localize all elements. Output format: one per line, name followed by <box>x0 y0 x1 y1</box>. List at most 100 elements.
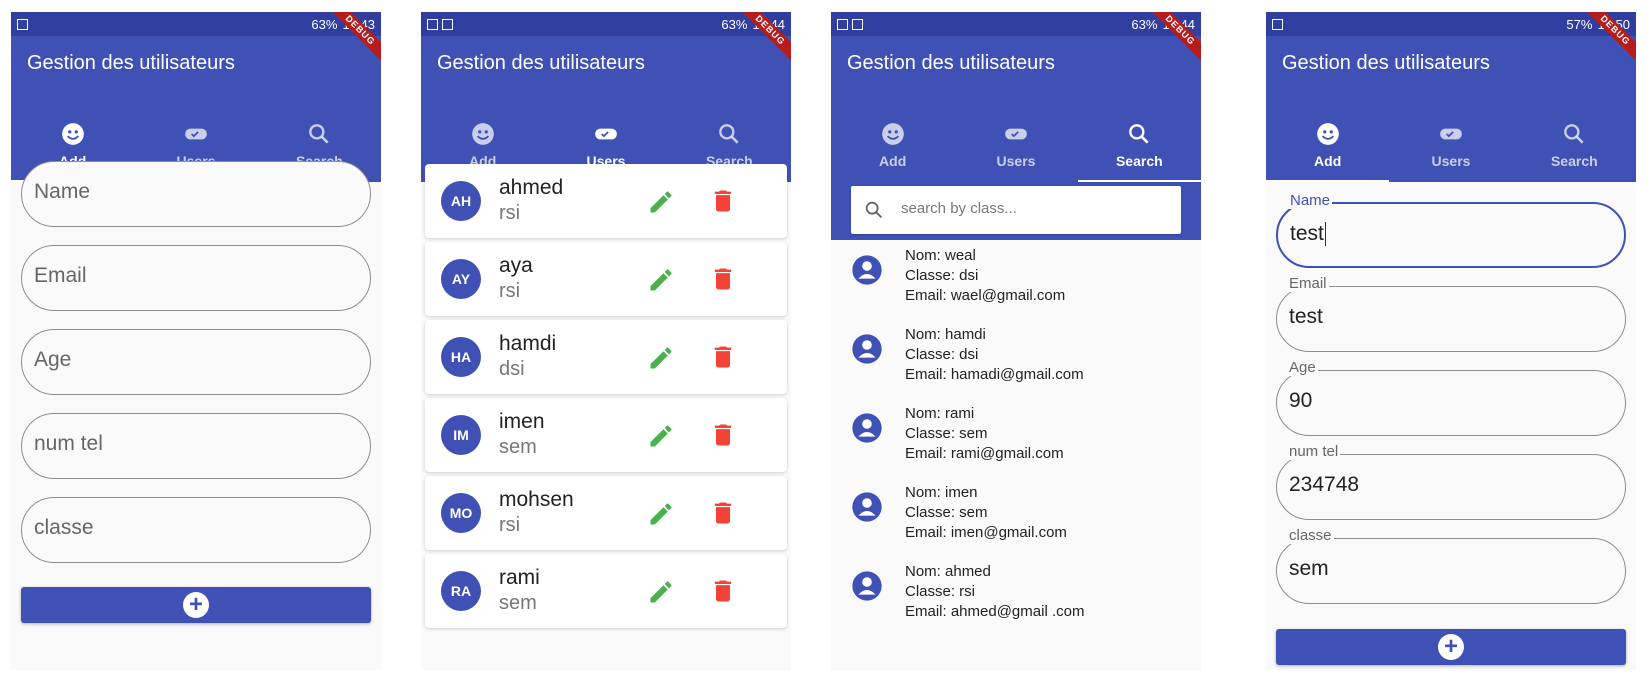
edit-icon[interactable] <box>647 500 675 528</box>
phone-field[interactable]: num tel 234748 <box>1276 443 1626 520</box>
phone-field[interactable]: num tel <box>21 413 371 479</box>
user-classe: rsi <box>499 280 521 302</box>
name-field[interactable]: Name test <box>1276 192 1626 268</box>
tab-search[interactable]: Search <box>1513 108 1636 182</box>
app-title: Gestion des utilisateurs <box>847 52 1055 74</box>
avatar: HA <box>441 337 481 377</box>
result-classe: Classe: sem <box>905 504 988 521</box>
app-bar: Gestion des utilisateurs Add Users Searc… <box>1266 36 1636 182</box>
result-classe: Classe: sem <box>905 425 988 442</box>
user-card[interactable]: MO mohsen rsi <box>425 476 787 550</box>
clock: 14:50 <box>1597 16 1630 32</box>
user-name: hamdi <box>499 332 557 355</box>
tab-add[interactable]: Add <box>1266 108 1390 182</box>
result-classe: Classe: rsi <box>905 583 976 600</box>
avatar: MO <box>441 493 481 533</box>
user-card[interactable]: RA rami sem <box>425 554 787 628</box>
screen-add-empty: 63% 14:43 DEBUG Gestion des utilisateurs… <box>11 12 381 670</box>
face-icon <box>1316 123 1339 145</box>
delete-icon[interactable] <box>709 498 737 528</box>
battery-level: 57% <box>1566 16 1593 32</box>
add-user-button[interactable]: + <box>1276 629 1626 665</box>
search-icon <box>865 201 883 219</box>
result-classe: Classe: dsi <box>905 346 979 363</box>
list-item[interactable]: Nom: ahmed Classe: rsi Email: ahmed@gmail … <box>831 540 1201 620</box>
tab-users[interactable]: Users <box>1389 108 1512 182</box>
user-classe: dsi <box>499 358 525 380</box>
age-field[interactable]: Age 90 <box>1276 359 1626 436</box>
battery-level: 63% <box>311 16 338 32</box>
avatar: AH <box>441 181 481 221</box>
user-card[interactable]: IM imen sem <box>425 398 787 472</box>
delete-icon[interactable] <box>709 186 737 216</box>
status-bar: 63% 14:44 <box>831 12 1201 36</box>
tab-search[interactable]: Search <box>1077 108 1201 182</box>
toggle-icon <box>185 128 207 140</box>
avatar: RA <box>441 571 481 611</box>
edit-icon[interactable] <box>647 578 675 606</box>
classe-field[interactable]: classe <box>21 497 371 563</box>
face-icon <box>471 123 494 145</box>
text-cursor <box>1324 222 1327 247</box>
app-bar: Gestion des utilisateurs Add Users Searc… <box>421 36 791 182</box>
toggle-icon <box>595 128 617 140</box>
avatar: IM <box>441 415 481 455</box>
list-item[interactable]: Nom: rami Classe: sem Email: rami@gmail.co… <box>831 382 1201 462</box>
user-name: rami <box>499 566 540 589</box>
avatar: AY <box>441 259 481 299</box>
edit-icon[interactable] <box>647 422 675 450</box>
status-bar: 63% 14:43 <box>11 12 381 36</box>
screen-add-filled: 57% 14:50 DEBUG Gestion des utilisateurs… <box>1266 12 1636 670</box>
tab-add[interactable]: Add <box>831 108 954 182</box>
age-field[interactable]: Age <box>21 329 371 395</box>
tab-bar: Add Users Search <box>1266 108 1636 182</box>
account-circle-icon <box>852 413 882 443</box>
app-title: Gestion des utilisateurs <box>27 52 235 74</box>
name-field[interactable]: Name <box>21 161 371 227</box>
edit-icon[interactable] <box>647 188 675 216</box>
add-user-button[interactable]: + <box>21 587 371 623</box>
user-classe: rsi <box>499 202 521 224</box>
list-item[interactable]: Nom: hamdi Classe: dsi Email: hamadi@gmail… <box>831 303 1201 383</box>
user-card[interactable]: HA hamdi dsi <box>425 320 787 394</box>
status-bar: 63% 14:44 <box>421 12 791 36</box>
app-title: Gestion des utilisateurs <box>437 52 645 74</box>
list-item[interactable]: Nom: imen Classe: sem Email: imen@gmail.co… <box>831 461 1201 541</box>
user-card[interactable]: AY aya rsi <box>425 242 787 316</box>
result-nom: Nom: hamdi <box>905 326 986 343</box>
account-circle-icon <box>852 334 882 364</box>
user-name: imen <box>499 410 545 433</box>
edit-icon[interactable] <box>647 344 675 372</box>
toggle-icon <box>1440 128 1462 140</box>
toggle-icon <box>1005 128 1027 140</box>
result-nom: Nom: imen <box>905 484 978 501</box>
user-classe: sem <box>499 436 537 458</box>
classe-field[interactable]: classe sem <box>1276 527 1626 604</box>
list-item[interactable]: Nom: weal Classe: dsi Email: wael@gmail.co… <box>831 224 1201 304</box>
user-card[interactable]: AH ahmed rsi <box>425 164 787 238</box>
email-field[interactable]: Email <box>21 245 371 311</box>
battery-level: 63% <box>1131 16 1158 32</box>
plus-circle-icon: + <box>1438 634 1464 660</box>
search-icon <box>309 124 329 144</box>
delete-icon[interactable] <box>709 420 737 450</box>
delete-icon[interactable] <box>709 264 737 294</box>
tab-bar: Add Users Search <box>831 108 1201 182</box>
user-name: ahmed <box>499 176 564 199</box>
result-nom: Nom: weal <box>905 247 976 264</box>
image-icon <box>837 18 848 30</box>
tab-users[interactable]: Users <box>954 108 1077 182</box>
image-icon <box>1272 18 1283 30</box>
result-email: Email: ahmed@gmail .com <box>905 603 1085 620</box>
delete-icon[interactable] <box>709 576 737 606</box>
delete-icon[interactable] <box>709 342 737 372</box>
screen-users: 63% 14:44 DEBUG Gestion des utilisateurs… <box>421 12 791 670</box>
user-classe: rsi <box>499 514 521 536</box>
edit-icon[interactable] <box>647 266 675 294</box>
battery-level: 63% <box>721 16 748 32</box>
result-nom: Nom: ahmed <box>905 563 991 580</box>
email-field[interactable]: Email test <box>1276 275 1626 352</box>
user-name: aya <box>499 254 533 277</box>
app-title: Gestion des utilisateurs <box>1282 52 1490 74</box>
result-classe: Classe: dsi <box>905 267 979 284</box>
